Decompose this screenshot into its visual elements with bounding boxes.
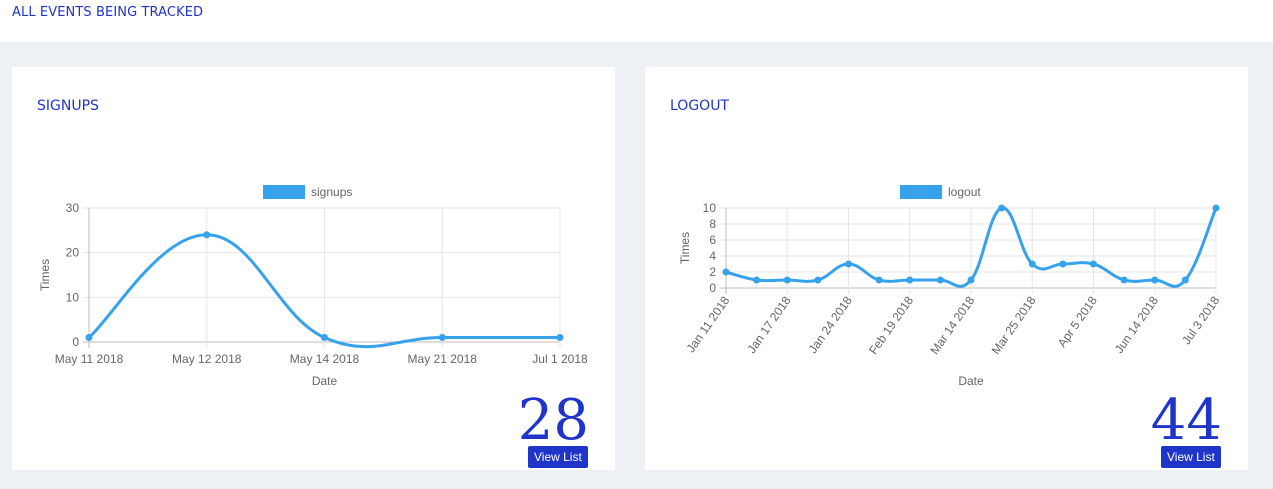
- logout-chart: logout 0 2 4 6 8 10 Jan 11 2018 Jan 17 2018 Jan 2…: [678, 185, 1223, 388]
- y-tick-label: 10: [703, 201, 717, 215]
- logout-card: LOGOUT logout 0 2 4 6 8 10 Jan 11 2018 Jan 17 20…: [645, 67, 1248, 470]
- x-tick-label: Jul 1 2018: [532, 352, 588, 366]
- data-point: [321, 334, 328, 342]
- x-tick-label: Mar 14 2018: [927, 293, 977, 356]
- data-point: [556, 334, 564, 342]
- data-point: [438, 334, 446, 342]
- data-point: [1151, 276, 1159, 284]
- signups-card: SIGNUPS signups 0 10 20 30 May 11 2018 May 12 …: [12, 67, 615, 470]
- view-list-button[interactable]: View List: [528, 446, 588, 468]
- data-point: [1120, 276, 1128, 284]
- top-bar: ALL EVENTS BEING TRACKED: [0, 0, 1273, 42]
- x-tick-label: Feb 19 2018: [866, 293, 916, 356]
- y-tick-label: 4: [709, 249, 716, 263]
- x-tick-label: Jul 3 2018: [1179, 293, 1222, 347]
- legend-swatch: [263, 185, 305, 199]
- data-point: [875, 276, 883, 284]
- data-point: [814, 276, 822, 284]
- legend-label: logout: [948, 185, 981, 199]
- x-tick-label: May 14 2018: [290, 352, 360, 366]
- x-axis-title: Date: [312, 374, 338, 388]
- x-tick-label: Apr 5 2018: [1055, 293, 1100, 349]
- data-point: [1090, 260, 1097, 268]
- data-point: [203, 231, 211, 239]
- y-tick-label: 0: [72, 335, 79, 349]
- x-tick-label: May 21 2018: [408, 352, 478, 366]
- data-point: [753, 276, 761, 284]
- data-point: [936, 276, 944, 284]
- y-tick-label: 0: [709, 281, 716, 295]
- page-title: ALL EVENTS BEING TRACKED: [12, 5, 204, 20]
- data-point: [906, 276, 914, 284]
- view-list-button[interactable]: View List: [1161, 446, 1221, 468]
- data-point: [722, 268, 730, 276]
- x-tick-label: Jan 24 2018: [806, 293, 856, 355]
- y-tick-label: 6: [709, 233, 716, 247]
- data-point: [998, 204, 1006, 212]
- legend-label: signups: [311, 185, 352, 199]
- data-point: [1181, 276, 1189, 284]
- data-point: [1028, 260, 1036, 268]
- total-count: 44: [1150, 388, 1222, 453]
- x-tick-label: Mar 25 2018: [989, 293, 1039, 356]
- y-tick-label: 30: [66, 201, 80, 215]
- y-tick-label: 20: [66, 246, 80, 260]
- y-tick-label: 10: [66, 290, 80, 304]
- x-axis-title: Date: [958, 374, 984, 388]
- y-axis-title: Times: [678, 232, 692, 264]
- x-tick-label: May 11 2018: [55, 352, 124, 366]
- y-axis-title: Times: [38, 259, 52, 291]
- y-tick-label: 8: [709, 217, 716, 231]
- legend-swatch: [900, 185, 942, 199]
- data-point: [1059, 260, 1067, 268]
- x-tick-label: Jan 17 2018: [744, 293, 794, 355]
- data-point: [1212, 204, 1220, 212]
- x-tick-label: Jun 14 2018: [1112, 293, 1162, 355]
- data-point: [845, 260, 852, 268]
- x-tick-label: Jan 11 2018: [684, 293, 733, 355]
- x-tick-label: May 12 2018: [172, 352, 242, 366]
- data-point: [85, 334, 93, 342]
- data-point: [783, 276, 791, 284]
- total-count: 28: [517, 388, 589, 453]
- signups-chart: signups 0 10 20 30 May 11 2018 May 12 2018 May …: [38, 185, 588, 388]
- y-tick-label: 2: [709, 265, 716, 279]
- data-point: [967, 276, 975, 284]
